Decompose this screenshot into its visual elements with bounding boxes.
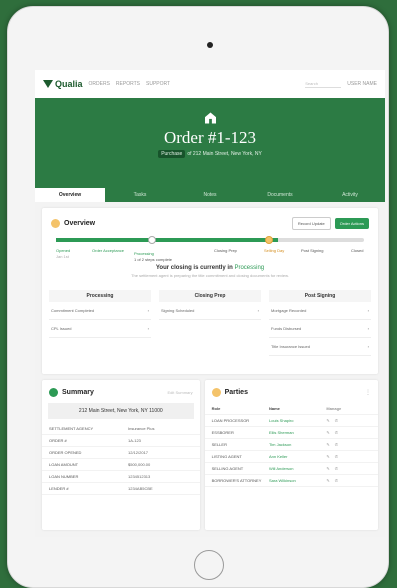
edit-icon[interactable]: ✎ [326, 478, 329, 483]
checklist-item[interactable]: Commitment Completed › [49, 302, 151, 320]
phone-icon[interactable]: ✆ [335, 466, 338, 471]
table-row: LOAN PROCESSOR Louis Shapiro ✎ ✆ [204, 415, 378, 427]
logo-icon [43, 80, 53, 88]
chevron-right-icon: › [147, 308, 149, 313]
overview-title: Overview [64, 220, 96, 227]
table-row: LISTING AGENT Ann Keller ✎ ✆ [204, 451, 378, 463]
column-header: Processing [49, 290, 151, 302]
phone-icon[interactable]: ✆ [335, 478, 338, 483]
tab-notes[interactable]: Notes [175, 188, 245, 202]
edit-icon[interactable]: ✎ [326, 454, 329, 459]
status-message: Your closing is currently in Processing [155, 265, 265, 271]
stage-opened: Opened [56, 248, 71, 253]
stage-selling-day: Selling Day [264, 248, 285, 253]
table-row: LENDER #1234AB5CBE [42, 483, 200, 495]
chevron-right-icon: › [367, 344, 369, 349]
overview-card: Overview Record Update Order Actions Ope… [42, 208, 378, 374]
user-menu[interactable]: USER NAME [347, 81, 377, 87]
checklist-item[interactable]: Mortgage Recorded › [269, 302, 371, 320]
app-screen: Qualia ORDERS REPORTS SUPPORT Search USE… [35, 70, 385, 537]
column-closing-prep: Closing Prep Signing Scheduled › [159, 290, 261, 356]
app-name: Qualia [55, 79, 83, 89]
column-post-signing: Post Signing Mortgage Recorded › Funds Di… [269, 290, 371, 356]
overview-icon [51, 219, 60, 228]
parties-icon [211, 388, 221, 397]
tab-bar: Overview Tasks Notes Documents Activity [35, 188, 385, 202]
table-row: SELLING AGENT Will Anderson ✎ ✆ [204, 463, 378, 475]
column-processing: Processing Commitment Completed › CPL Iss… [49, 290, 151, 356]
parties-card: Parties ⋮ Role Name Manage LOAN PROCESSOR L… [204, 380, 378, 530]
tab-overview[interactable]: Overview [35, 188, 105, 202]
phone-icon[interactable]: ✆ [335, 454, 338, 459]
nav-orders[interactable]: ORDERS [89, 81, 110, 87]
camera-dot [207, 42, 213, 48]
status-subtext: The settlement agent is preparing the ti… [131, 273, 289, 278]
top-nav: Qualia ORDERS REPORTS SUPPORT Search USE… [35, 70, 385, 98]
edit-icon[interactable]: ✎ [326, 466, 329, 471]
table-row: ORDER #1A-123 [42, 435, 200, 447]
search-input[interactable]: Search [305, 81, 342, 88]
stage-closing-prep: Closing Prep [214, 248, 237, 253]
chevron-right-icon: › [367, 308, 369, 313]
summary-card: Summary Edit Summary 212 Main Street, Ne… [42, 380, 200, 530]
phone-icon[interactable]: ✆ [335, 442, 338, 447]
summary-title: Summary [62, 389, 94, 396]
table-row: LOAN NUMBER 1234512313 [42, 471, 200, 483]
edit-icon[interactable]: ✎ [326, 442, 329, 447]
stage-columns: Processing Commitment Completed › CPL Iss… [49, 290, 371, 356]
summary-icon [49, 388, 58, 397]
column-header: Post Signing [269, 290, 371, 302]
record-update-button[interactable]: Record Update [291, 217, 331, 230]
order-type-badge: Purchase [158, 150, 186, 158]
edit-icon[interactable]: ✎ [326, 430, 329, 435]
chevron-right-icon: › [147, 326, 149, 331]
phone-icon[interactable]: ✆ [335, 418, 338, 423]
order-title: Order #1-123 [163, 128, 257, 147]
order-actions-button[interactable]: Order Actions [334, 218, 369, 229]
parties-header-row: Role Name Manage [204, 403, 378, 415]
stage-closed: Closed [351, 248, 364, 253]
stage-processing: Processing [134, 251, 154, 256]
order-subtitle: Purchase of 212 Main Street, New York, NY [35, 150, 385, 158]
tab-activity[interactable]: Activity [315, 188, 385, 202]
table-row: LOAN AMOUNT $500,000.00 [42, 459, 200, 471]
edit-summary-link[interactable]: Edit Summary [168, 390, 193, 395]
status-value: Processing [234, 265, 265, 271]
table-row: SELLER Tim Jackson ✎ ✆ [204, 439, 378, 451]
tablet-frame: Qualia ORDERS REPORTS SUPPORT Search USE… [7, 6, 389, 588]
home-icon [205, 112, 216, 124]
table-row: BORROWER'S ATTORNEY Sara Wilkinson ✎ ✆ [204, 475, 378, 487]
checklist-item[interactable]: Signing Scheduled › [159, 302, 261, 320]
column-header: Closing Prep [159, 290, 261, 302]
tab-documents[interactable]: Documents [245, 188, 315, 202]
property-address: 212 Main Street, New York, NY 11000 [48, 403, 194, 419]
order-header: Order #1-123 Purchase of 212 Main Street,… [35, 98, 385, 202]
progress-bar [56, 236, 364, 244]
checklist-item[interactable]: CPL Issued › [49, 320, 151, 338]
stage-post-signing: Post Signing [301, 248, 324, 253]
checklist-item[interactable]: Title Insurance Issued › [269, 338, 371, 356]
stage-acceptance: Order Acceptance [92, 248, 125, 253]
table-row: ORDER OPENED 12/12/2017 [42, 447, 200, 459]
table-row: ESSBORER Ellis Sherman ✎ ✆ [204, 427, 378, 439]
processing-note: 1 of 2 steps complete [134, 257, 173, 262]
table-row: SETTLEMENT AGENCY Insurance Plus [42, 423, 200, 435]
parties-title: Parties [224, 389, 248, 396]
detail-row: Summary Edit Summary 212 Main Street, Ne… [42, 380, 378, 530]
stage-marker-current [265, 236, 274, 244]
chevron-right-icon: › [257, 308, 259, 313]
more-icon[interactable]: ⋮ [365, 389, 371, 396]
opened-date: Jan 1st [56, 254, 69, 259]
logo[interactable]: Qualia [43, 79, 83, 89]
nav-support[interactable]: SUPPORT [146, 81, 170, 87]
nav-reports[interactable]: REPORTS [116, 81, 140, 87]
edit-icon[interactable]: ✎ [326, 418, 329, 423]
checklist-item[interactable]: Funds Disbursed › [269, 320, 371, 338]
home-button[interactable] [194, 550, 224, 580]
phone-icon[interactable]: ✆ [335, 430, 338, 435]
chevron-right-icon: › [367, 326, 369, 331]
stage-marker-acceptance [148, 236, 157, 244]
tab-tasks[interactable]: Tasks [105, 188, 175, 202]
progress-fill [56, 238, 278, 242]
